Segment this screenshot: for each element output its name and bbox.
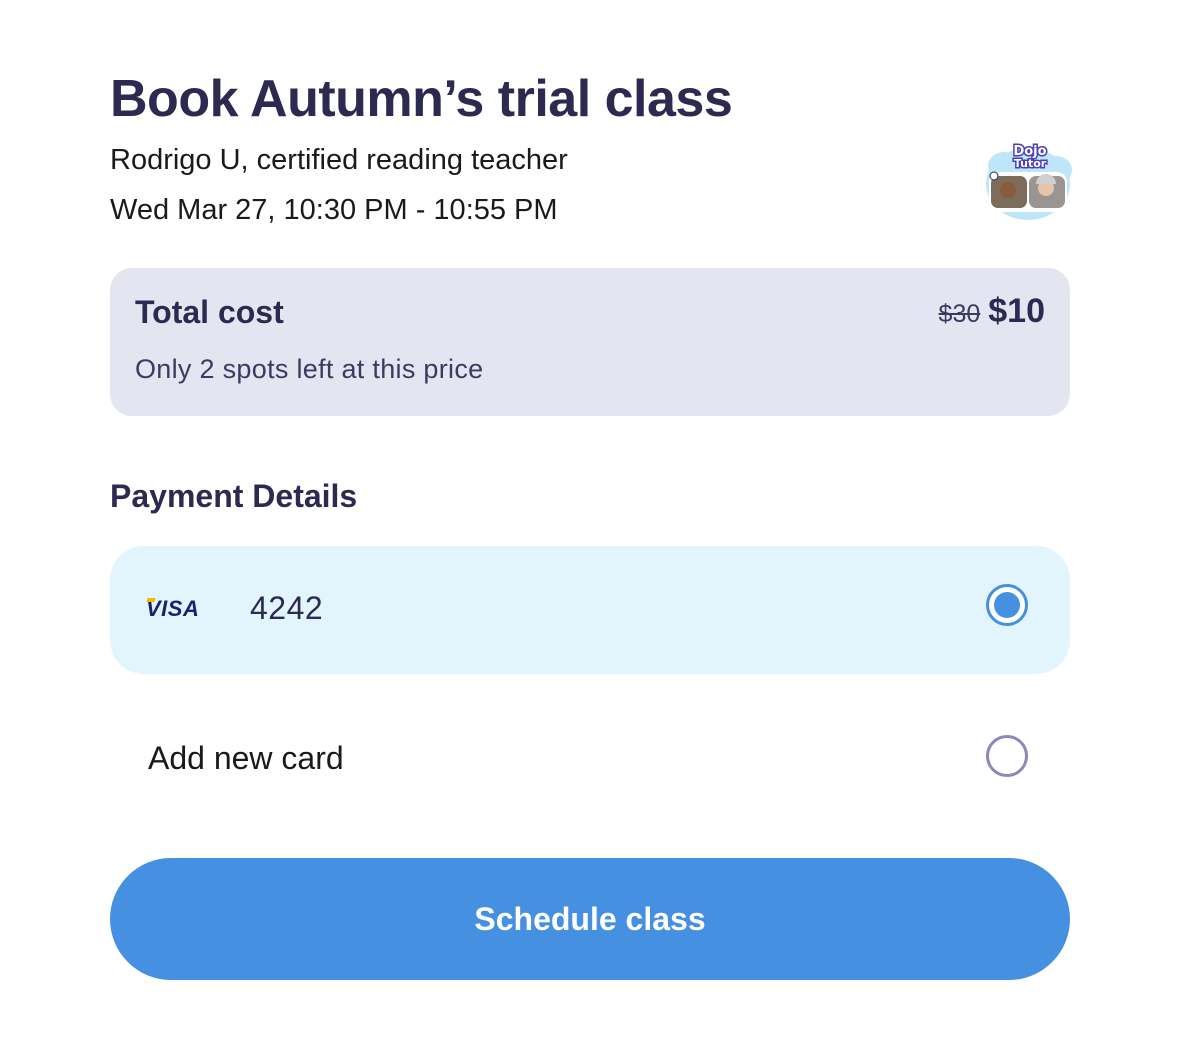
card-last4: 4242	[250, 590, 324, 626]
radio-selected-dot	[994, 592, 1020, 618]
dojo-tutor-avatar: Dojo Tutor	[986, 143, 1072, 220]
discounted-price: $10	[988, 292, 1045, 330]
add-new-card-option[interactable]: Add new card	[110, 696, 1070, 824]
logo-text-bottom: Tutor	[1014, 157, 1047, 170]
visa-logo: VISA	[146, 596, 200, 621]
total-cost-panel: Total cost $30 $10 Only 2 spots left at …	[110, 268, 1070, 416]
saved-card-radio[interactable]	[986, 584, 1028, 626]
total-cost-label: Total cost	[135, 294, 284, 330]
original-price: $30	[938, 300, 981, 328]
schedule-class-button[interactable]: Schedule class	[110, 858, 1070, 980]
add-new-card-label: Add new card	[148, 740, 344, 776]
spots-left-note: Only 2 spots left at this price	[135, 354, 484, 384]
price-group: $30 $10	[939, 292, 1045, 331]
class-time: Wed Mar 27, 10:30 PM - 10:55 PM	[110, 194, 558, 226]
add-card-radio[interactable]	[986, 735, 1028, 777]
payment-details-heading: Payment Details	[110, 478, 358, 514]
saved-card-option[interactable]: VISA 4242	[110, 546, 1070, 674]
page-title: Book Autumn’s trial class	[110, 70, 733, 128]
teacher-name: Rodrigo U, certified reading teacher	[110, 144, 568, 176]
